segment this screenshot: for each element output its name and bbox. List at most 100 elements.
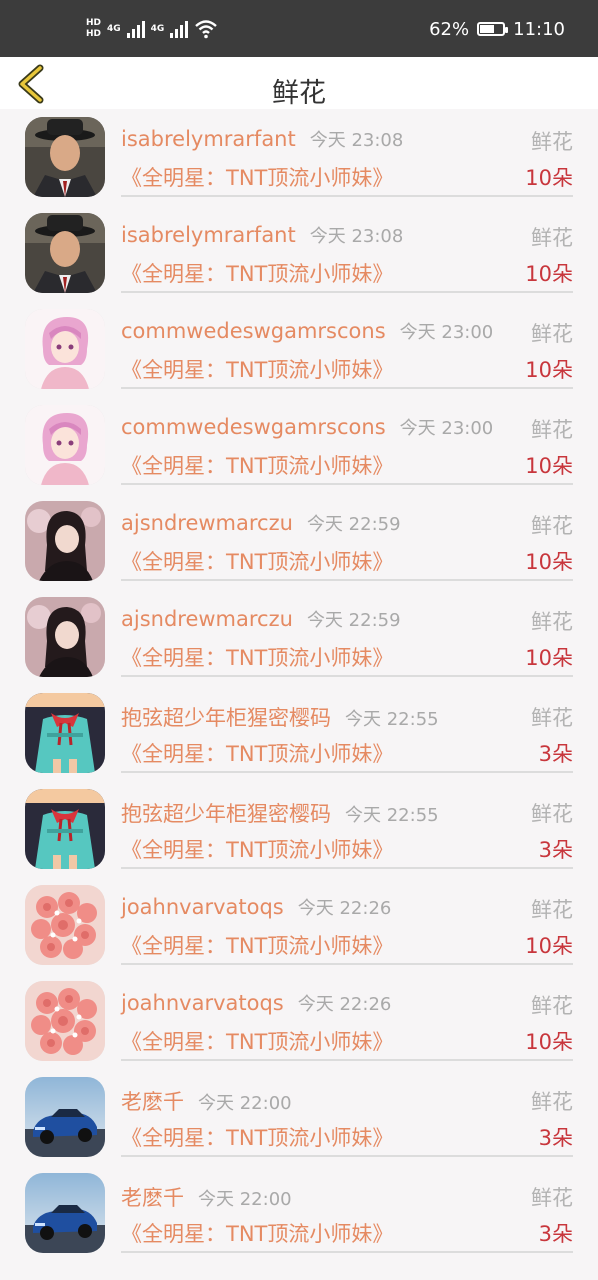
- book-title[interactable]: 《全明星：TNT顶流小师妹》: [121, 354, 393, 384]
- divider: [121, 963, 573, 965]
- book-title[interactable]: 《全明星：TNT顶流小师妹》: [121, 450, 393, 480]
- list-item[interactable]: isabrelymrarfant 今天 23:08 鲜花 《全明星：TNT顶流小师…: [0, 109, 598, 205]
- username-text: joahnvarvatoqs: [121, 895, 284, 919]
- divider: [121, 867, 573, 869]
- book-title[interactable]: 《全明星：TNT顶流小师妹》: [121, 1218, 393, 1248]
- book-title[interactable]: 《全明星：TNT顶流小师妹》: [121, 1026, 393, 1056]
- flower-count: 10朵: [525, 550, 573, 574]
- gift-type: 鲜花: [531, 802, 573, 826]
- username-text: ajsndrewmarczu: [121, 607, 293, 631]
- avatar[interactable]: [25, 405, 105, 485]
- divider: [121, 195, 573, 197]
- list-item[interactable]: 抱弦超少年柜猩密樱码 今天 22:55 鲜花 《全明星：TNT顶流小师妹》 3朵: [0, 685, 598, 781]
- battery-level: [480, 25, 494, 33]
- avatar[interactable]: [25, 309, 105, 389]
- username-text: 老麽千: [121, 1186, 184, 1210]
- username[interactable]: 抱弦超少年柜猩密樱码 今天 22:55: [121, 702, 439, 732]
- status-right: 62% 11:10: [429, 14, 565, 44]
- gift-type: 鲜花: [531, 322, 573, 346]
- gift-type: 鲜花: [531, 1090, 573, 1114]
- book-title[interactable]: 《全明星：TNT顶流小师妹》: [121, 930, 393, 960]
- list-item[interactable]: commwedeswgamrscons 今天 23:00 鲜花 《全明星：TNT顶…: [0, 301, 598, 397]
- avatar[interactable]: [25, 213, 105, 293]
- gift-type: 鲜花: [531, 898, 573, 922]
- list-item[interactable]: joahnvarvatoqs 今天 22:26 鲜花 《全明星：TNT顶流小师妹》…: [0, 877, 598, 973]
- gift-type: 鲜花: [531, 1186, 573, 1210]
- username[interactable]: commwedeswgamrscons 今天 23:00: [121, 414, 493, 440]
- list-item[interactable]: joahnvarvatoqs 今天 22:26 鲜花 《全明星：TNT顶流小师妹》…: [0, 973, 598, 1069]
- gift-type: 鲜花: [531, 994, 573, 1018]
- timestamp: 今天 22:26: [297, 898, 392, 919]
- gift-type: 鲜花: [531, 706, 573, 730]
- list-item[interactable]: 老麽千 今天 22:00 鲜花 《全明星：TNT顶流小师妹》 3朵: [0, 1165, 598, 1261]
- battery-percent: 62%: [429, 18, 470, 40]
- timestamp: 今天 22:26: [297, 994, 392, 1015]
- status-left: HD HD 4G 4G: [86, 14, 218, 44]
- timestamp: 今天 22:55: [345, 805, 439, 826]
- flower-count: 3朵: [538, 1222, 573, 1246]
- divider: [121, 675, 573, 677]
- username-text: 抱弦超少年柜猩密樱码: [121, 802, 331, 826]
- gift-type: 鲜花: [531, 226, 573, 250]
- book-title[interactable]: 《全明星：TNT顶流小师妹》: [121, 642, 393, 672]
- avatar[interactable]: [25, 981, 105, 1061]
- list-item[interactable]: ajsndrewmarczu 今天 22:59 鲜花 《全明星：TNT顶流小师妹》…: [0, 493, 598, 589]
- timestamp: 今天 23:00: [399, 322, 494, 343]
- username[interactable]: joahnvarvatoqs 今天 22:26: [121, 990, 391, 1016]
- book-title[interactable]: 《全明星：TNT顶流小师妹》: [121, 258, 393, 288]
- battery-icon: [477, 22, 509, 36]
- timestamp: 今天 23:00: [399, 418, 494, 439]
- username-text: commwedeswgamrscons: [121, 319, 386, 343]
- flower-record-list: isabrelymrarfant 今天 23:08 鲜花 《全明星：TNT顶流小师…: [0, 109, 598, 1261]
- flower-count: 10朵: [525, 358, 573, 382]
- flower-count: 3朵: [538, 742, 573, 766]
- username-text: isabrelymrarfant: [121, 127, 296, 151]
- book-title[interactable]: 《全明星：TNT顶流小师妹》: [121, 834, 393, 864]
- avatar[interactable]: [25, 1173, 105, 1253]
- network-type-2: 4G: [150, 23, 165, 34]
- username[interactable]: 老麽千 今天 22:00: [121, 1086, 292, 1116]
- username[interactable]: isabrelymrarfant 今天 23:08: [121, 222, 403, 248]
- username-text: commwedeswgamrscons: [121, 415, 386, 439]
- avatar[interactable]: [25, 693, 105, 773]
- gift-type: 鲜花: [531, 418, 573, 442]
- timestamp: 今天 22:00: [198, 1093, 292, 1114]
- status-bar: HD HD 4G 4G 62% 11:10: [0, 0, 598, 57]
- timestamp: 今天 22:55: [345, 709, 439, 730]
- avatar[interactable]: [25, 789, 105, 869]
- username[interactable]: ajsndrewmarczu 今天 22:59: [121, 510, 401, 536]
- avatar[interactable]: [25, 501, 105, 581]
- avatar[interactable]: [25, 117, 105, 197]
- username[interactable]: ajsndrewmarczu 今天 22:59: [121, 606, 401, 632]
- username-text: joahnvarvatoqs: [121, 991, 284, 1015]
- list-item[interactable]: 老麽千 今天 22:00 鲜花 《全明星：TNT顶流小师妹》 3朵: [0, 1069, 598, 1165]
- flower-count: 3朵: [538, 838, 573, 862]
- username[interactable]: joahnvarvatoqs 今天 22:26: [121, 894, 391, 920]
- wifi-icon: [195, 20, 218, 39]
- timestamp: 今天 22:00: [198, 1189, 292, 1210]
- flower-count: 10朵: [525, 1030, 573, 1054]
- list-item[interactable]: ajsndrewmarczu 今天 22:59 鲜花 《全明星：TNT顶流小师妹》…: [0, 589, 598, 685]
- book-title[interactable]: 《全明星：TNT顶流小师妹》: [121, 738, 393, 768]
- username[interactable]: 老麽千 今天 22:00: [121, 1182, 292, 1212]
- page-title: 鲜花: [272, 78, 326, 109]
- username[interactable]: isabrelymrarfant 今天 23:08: [121, 126, 403, 152]
- username[interactable]: 抱弦超少年柜猩密樱码 今天 22:55: [121, 798, 439, 828]
- avatar[interactable]: [25, 885, 105, 965]
- divider: [121, 387, 573, 389]
- flower-count: 3朵: [538, 1126, 573, 1150]
- book-title[interactable]: 《全明星：TNT顶流小师妹》: [121, 1122, 393, 1152]
- list-item[interactable]: 抱弦超少年柜猩密樱码 今天 22:55 鲜花 《全明星：TNT顶流小师妹》 3朵: [0, 781, 598, 877]
- list-item[interactable]: commwedeswgamrscons 今天 23:00 鲜花 《全明星：TNT顶…: [0, 397, 598, 493]
- divider: [121, 579, 573, 581]
- username-text: 老麽千: [121, 1090, 184, 1114]
- flower-count: 10朵: [525, 454, 573, 478]
- avatar[interactable]: [25, 1077, 105, 1157]
- book-title[interactable]: 《全明星：TNT顶流小师妹》: [121, 546, 393, 576]
- clock: 11:10: [513, 18, 565, 40]
- list-item[interactable]: isabrelymrarfant 今天 23:08 鲜花 《全明星：TNT顶流小师…: [0, 205, 598, 301]
- book-title[interactable]: 《全明星：TNT顶流小师妹》: [121, 162, 393, 192]
- avatar[interactable]: [25, 597, 105, 677]
- username[interactable]: commwedeswgamrscons 今天 23:00: [121, 318, 493, 344]
- gift-type: 鲜花: [531, 130, 573, 154]
